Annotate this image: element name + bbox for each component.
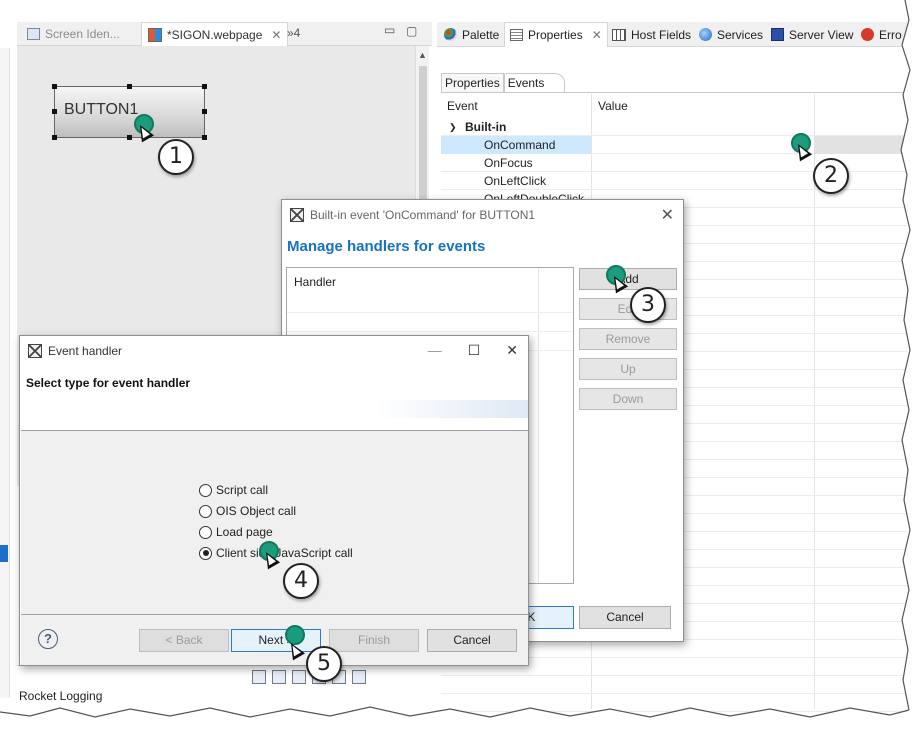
torn-edge-frame xyxy=(0,0,924,745)
